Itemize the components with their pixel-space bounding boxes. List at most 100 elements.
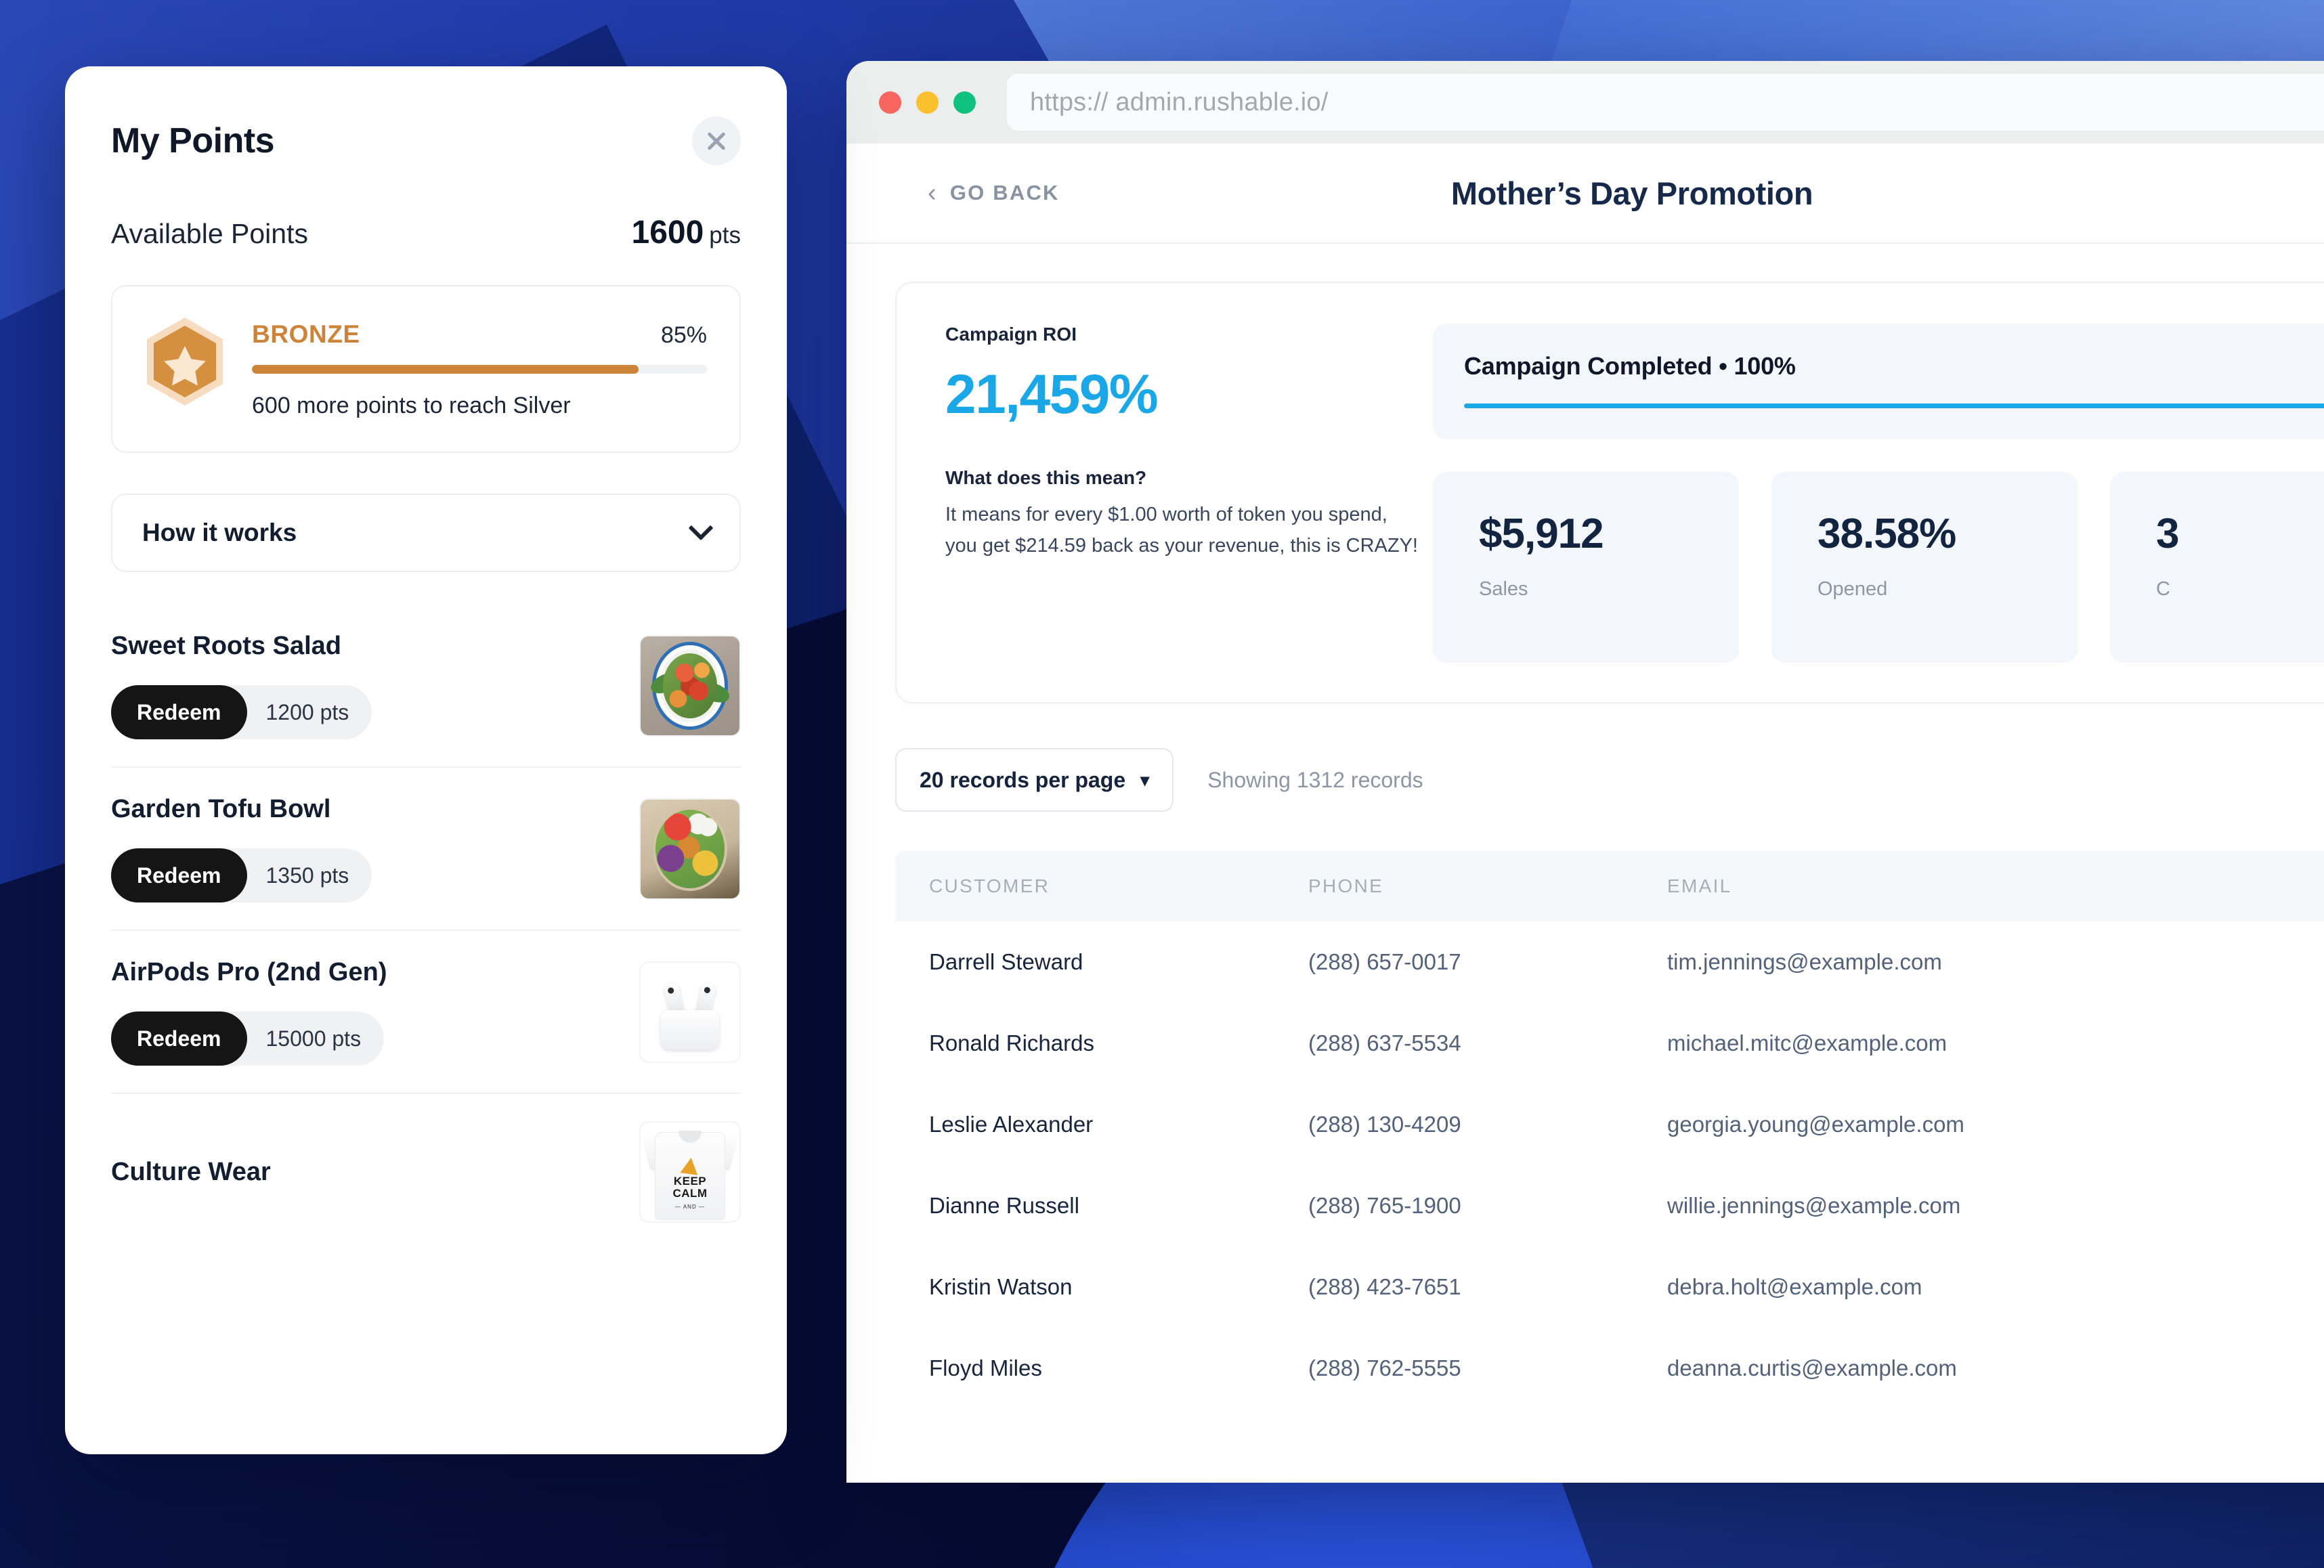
campaign-progress-card: Campaign Completed • 100%: [1433, 324, 2324, 439]
cell-email: michael.mitc@example.com: [1667, 1030, 1948, 1055]
tofu-bowl-image: [639, 798, 741, 900]
stat-card-row: $5,912 Sales 38.58% Opened 3 C: [1433, 472, 2324, 663]
roi-summary: Campaign ROI 21,459% What does this mean…: [945, 324, 1433, 562]
records-per-page-select[interactable]: 20 records per page ▾: [895, 748, 1174, 812]
campaign-progress-track: [1464, 404, 2324, 408]
cell-phone: (288) 637-5534: [1308, 1030, 1461, 1055]
cell-customer: Darrell Steward: [929, 949, 1083, 974]
available-points-label: Available Points: [111, 218, 308, 249]
stat-card-clicked: 3 C: [2110, 472, 2324, 663]
app-topbar: ‹ GO BACK Mother’s Day Promotion: [846, 144, 2324, 244]
tshirt-image: KEEP CALM — AND —: [639, 1121, 741, 1223]
reward-points: 1350 pts: [265, 863, 349, 888]
available-points-unit: pts: [709, 222, 741, 248]
tier-info: BRONZE 85% 600 more points to reach Silv…: [252, 316, 707, 419]
close-icon: [705, 129, 728, 152]
redeem-pill[interactable]: Redeem 1350 pts: [111, 848, 372, 902]
roi-metrics: Campaign Completed • 100% $5,912 Sales 3…: [1433, 324, 2324, 663]
how-it-works-label: How it works: [142, 519, 297, 546]
table-controls: 20 records per page ▾ Showing 1312 recor…: [895, 748, 2324, 812]
reward-name: Garden Tofu Bowl: [111, 795, 331, 823]
table-row[interactable]: Floyd Miles (288) 762-5555 deanna.curtis@e…: [895, 1328, 2324, 1409]
desktop-wallpaper: https:// admin.rushable.io/ ‹ GO BACK Mo…: [0, 0, 2324, 1568]
modal-header: My Points: [111, 66, 741, 165]
cell-customer: Dianne Russell: [929, 1193, 1079, 1218]
redeem-button[interactable]: Redeem: [111, 1011, 247, 1066]
go-back-button[interactable]: ‹ GO BACK: [928, 180, 1060, 206]
browser-chrome: https:// admin.rushable.io/: [846, 61, 2324, 144]
available-points-row: Available Points 1600 pts: [111, 214, 741, 251]
tier-progress-track: [252, 365, 707, 374]
available-points-value: 1600 pts: [632, 214, 741, 251]
table-row[interactable]: Kristin Watson (288) 423-7651 debra.holt@e…: [895, 1246, 2324, 1328]
table-header-row: CUSTOMER PHONE EMAIL: [895, 851, 2324, 921]
my-points-modal: My Points Available Points 1600 pts BRON…: [65, 66, 787, 1454]
reward-points: 15000 pts: [265, 1026, 362, 1051]
url-input[interactable]: https:// admin.rushable.io/: [1007, 74, 2324, 131]
customers-table: CUSTOMER PHONE EMAIL Darrell Steward (288…: [895, 851, 2324, 1409]
page-title: Mother’s Day Promotion: [1450, 175, 1813, 211]
maximize-window-button[interactable]: [953, 91, 976, 114]
reward-info: Culture Wear: [111, 1158, 639, 1187]
column-header-phone[interactable]: PHONE: [1308, 875, 1667, 897]
reward-info: Sweet Roots Salad Redeem 1200 pts: [111, 632, 639, 739]
stat-label: Opened: [1817, 578, 1888, 600]
cell-customer: Kristin Watson: [929, 1274, 1073, 1299]
tier-percent: 85%: [660, 322, 707, 348]
cell-customer: Floyd Miles: [929, 1355, 1042, 1380]
cell-email: debra.holt@example.com: [1667, 1274, 1922, 1299]
reward-points: 1200 pts: [265, 699, 349, 724]
cell-email: deanna.curtis@example.com: [1667, 1355, 1957, 1380]
table-row[interactable]: Ronald Richards (288) 637-5534 michael.mit…: [895, 1003, 2324, 1084]
cell-phone: (288) 423-7651: [1308, 1274, 1461, 1299]
redeem-pill[interactable]: Redeem 1200 pts: [111, 685, 372, 739]
reward-item[interactable]: Garden Tofu Bowl Redeem 1350 pts: [111, 766, 741, 930]
table-row[interactable]: Leslie Alexander (288) 130-4209 georgia.yo…: [895, 1084, 2324, 1165]
close-modal-button[interactable]: [692, 116, 741, 165]
chevron-left-icon: ‹: [928, 179, 938, 207]
reward-item[interactable]: Culture Wear KEEP CALM — AND —: [111, 1093, 741, 1250]
table-row[interactable]: Dianne Russell (288) 765-1900 willie.jenni…: [895, 1165, 2324, 1246]
showing-records-label: Showing 1312 records: [1207, 767, 1423, 792]
close-window-button[interactable]: [879, 91, 901, 114]
stat-value: 38.58%: [1817, 510, 1956, 557]
roi-label: Campaign ROI: [945, 324, 1077, 345]
redeem-button[interactable]: Redeem: [111, 848, 247, 902]
how-it-works-accordion[interactable]: How it works: [111, 494, 741, 572]
go-back-label: GO BACK: [949, 181, 1060, 204]
column-header-email[interactable]: EMAIL: [1667, 875, 2324, 897]
table-row[interactable]: Darrell Steward (288) 657-0017 tim.jenning…: [895, 921, 2324, 1003]
cell-phone: (288) 130-4209: [1308, 1112, 1461, 1137]
cell-email: tim.jennings@example.com: [1667, 949, 1942, 974]
redeem-button[interactable]: Redeem: [111, 685, 247, 739]
campaign-roi-card: Campaign ROI 21,459% What does this mean…: [895, 282, 2324, 703]
available-points-number: 1600: [631, 215, 704, 251]
column-header-customer[interactable]: CUSTOMER: [895, 875, 1308, 897]
table-body: Darrell Steward (288) 657-0017 tim.jenning…: [895, 921, 2324, 1409]
cell-customer: Leslie Alexander: [929, 1112, 1094, 1137]
reward-item[interactable]: Sweet Roots Salad Redeem 1200 pts: [111, 605, 741, 766]
browser-window: https:// admin.rushable.io/ ‹ GO BACK Mo…: [846, 61, 2324, 1483]
salad-image: [639, 634, 741, 737]
stat-label: Sales: [1479, 578, 1528, 600]
stat-value: $5,912: [1479, 510, 1604, 557]
roi-question: What does this mean?: [945, 467, 1147, 488]
tier-note: 600 more points to reach Silver: [252, 393, 571, 418]
tier-header: BRONZE 85%: [252, 320, 707, 349]
campaign-progress-label: Campaign Completed • 100%: [1464, 352, 1796, 380]
redeem-pill[interactable]: Redeem 15000 pts: [111, 1011, 385, 1066]
cell-email: georgia.young@example.com: [1667, 1112, 1964, 1137]
campaign-progress-fill: [1464, 404, 2324, 408]
traffic-light-buttons[interactable]: [879, 91, 976, 114]
hexagon-star-badge-icon: [145, 316, 225, 407]
minimize-window-button[interactable]: [916, 91, 939, 114]
reward-info: AirPods Pro (2nd Gen) Redeem 15000 pts: [111, 958, 639, 1066]
chevron-down-icon: [688, 515, 714, 541]
cell-phone: (288) 765-1900: [1308, 1193, 1461, 1218]
cell-email: willie.jennings@example.com: [1667, 1193, 1961, 1218]
reward-item[interactable]: AirPods Pro (2nd Gen) Redeem 15000 pts: [111, 930, 741, 1093]
reward-name: AirPods Pro (2nd Gen): [111, 958, 387, 986]
stat-label: C: [2156, 578, 2170, 600]
stat-card-opened: 38.58% Opened: [1771, 472, 2078, 663]
roi-explanation: It means for every $1.00 worth of token …: [945, 504, 1418, 557]
